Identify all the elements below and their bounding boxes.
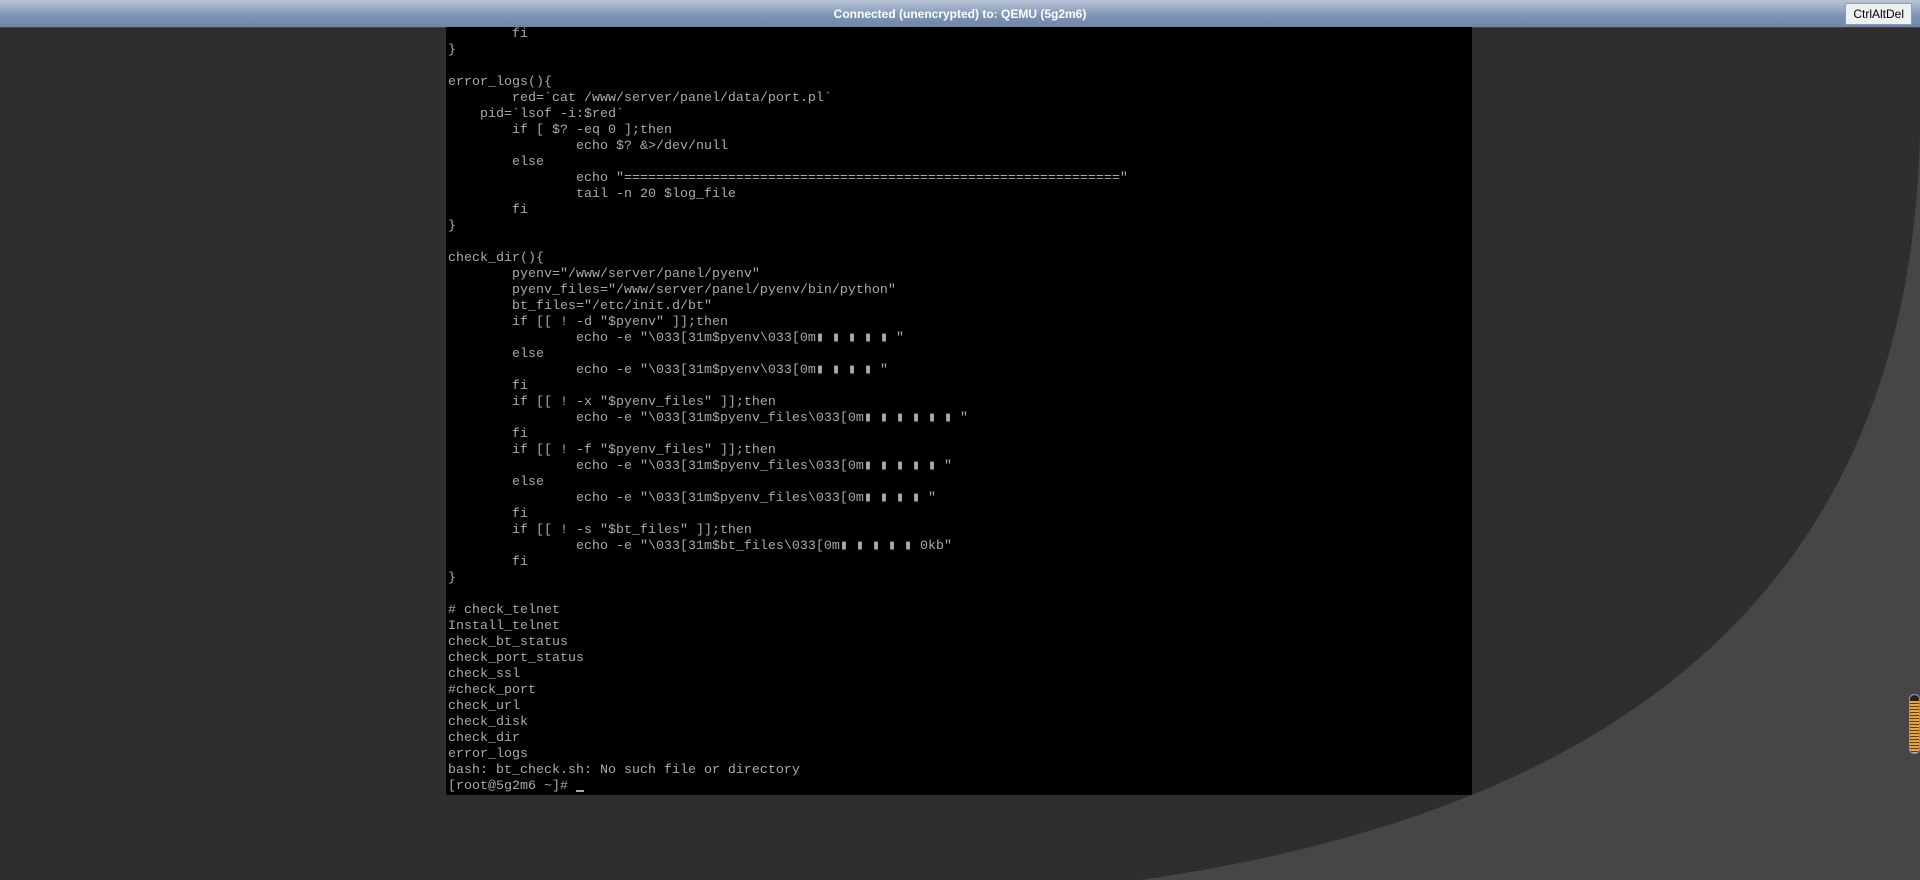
terminal-line: }	[448, 43, 456, 58]
terminal-line: echo -e "\033[31m$bt_files\033[0m▮ ▮ ▮ ▮…	[448, 539, 953, 554]
terminal-line: echo -e "\033[31m$pyenv\033[0m▮ ▮ ▮ ▮ ▮ …	[448, 331, 905, 346]
terminal-line: Install_telnet	[448, 619, 560, 634]
terminal-line: error_logs	[448, 747, 528, 762]
terminal-line: error_logs(){	[448, 75, 552, 90]
ctrl-alt-del-button[interactable]: CtrlAltDel	[1845, 3, 1912, 25]
terminal-line: echo -e "\033[31m$pyenv_files\033[0m▮ ▮ …	[448, 459, 953, 474]
terminal-line: check_disk	[448, 715, 528, 730]
terminal-line: if [[ ! -f "$pyenv_files" ]];then	[448, 443, 776, 458]
terminal-line: check_dir	[448, 731, 520, 746]
terminal-line: fi	[448, 203, 528, 218]
terminal-line: bash: bt_check.sh: No such file or direc…	[448, 763, 800, 778]
terminal-line: bt_files="/etc/init.d/bt"	[448, 299, 712, 314]
terminal-line: fi	[448, 27, 528, 42]
terminal-line: check_port_status	[448, 651, 584, 666]
terminal-line: }	[448, 219, 456, 234]
terminal-line: if [[ ! -d "$pyenv" ]];then	[448, 315, 728, 330]
terminal-line: check_url	[448, 699, 520, 714]
terminal-line: pyenv="/www/server/panel/pyenv"	[448, 267, 760, 282]
terminal-line: check_dir(){	[448, 251, 544, 266]
terminal-line: fi	[448, 379, 528, 394]
terminal-line: }	[448, 571, 456, 586]
terminal-line: if [[ ! -x "$pyenv_files" ]];then	[448, 395, 776, 410]
terminal-line: echo -e "\033[31m$pyenv_files\033[0m▮ ▮ …	[448, 411, 969, 426]
terminal-line: tail -n 20 $log_file	[448, 187, 736, 202]
terminal-line: echo $? &>/dev/null	[448, 139, 728, 154]
terminal-line: red=`cat /www/server/panel/data/port.pl`	[448, 91, 832, 106]
terminal-line: else	[448, 347, 544, 362]
terminal-line: fi	[448, 555, 528, 570]
shell-prompt: [root@5g2m6 ~]#	[448, 779, 576, 794]
terminal-line: fi	[448, 427, 528, 442]
connection-status: Connected (unencrypted) to: QEMU (5g2m6)	[833, 7, 1087, 21]
terminal-line: if [[ ! -s "$bt_files" ]];then	[448, 523, 752, 538]
terminal-line: pyenv_files="/www/server/panel/pyenv/bin…	[448, 283, 896, 298]
vnc-toolbar: Connected (unencrypted) to: QEMU (5g2m6)…	[0, 0, 1920, 28]
terminal-prompt-line[interactable]: [root@5g2m6 ~]#	[446, 779, 1472, 795]
terminal-line: # check_telnet	[448, 603, 560, 618]
terminal-line: pid=`lsof -i:$red`	[448, 107, 624, 122]
terminal-line: if [ $? -eq 0 ];then	[448, 123, 672, 138]
text-cursor	[575, 790, 584, 792]
terminal-line: else	[448, 475, 544, 490]
terminal-line: else	[448, 155, 544, 170]
terminal-line: check_bt_status	[448, 635, 568, 650]
terminal-line: echo -e "\033[31m$pyenv_files\033[0m▮ ▮ …	[448, 491, 936, 506]
terminal-line: echo -e "\033[31m$pyenv\033[0m▮ ▮ ▮ ▮ "	[448, 363, 889, 378]
terminal-line: echo "==================================…	[448, 171, 1128, 186]
terminal-screen[interactable]: fi} error_logs(){ red=`cat /www/server/pa…	[446, 27, 1472, 795]
terminal-line: check_ssl	[448, 667, 520, 682]
scroll-handle[interactable]	[1909, 694, 1920, 754]
terminal-line: #check_port	[448, 683, 536, 698]
terminal-line: fi	[448, 507, 528, 522]
